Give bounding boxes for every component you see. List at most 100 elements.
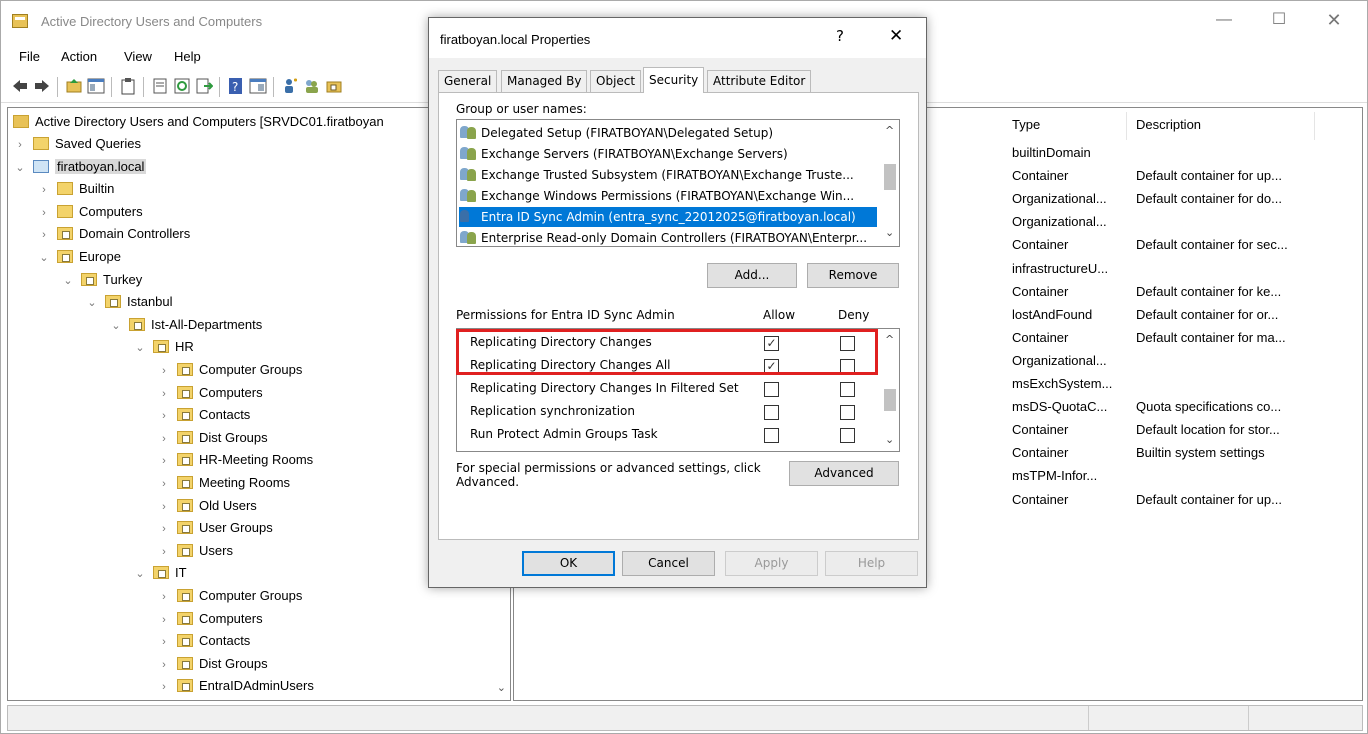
maximize-button[interactable]: ☐ bbox=[1256, 5, 1302, 35]
scroll-thumb[interactable] bbox=[884, 164, 896, 190]
column-header-type[interactable]: Type bbox=[1012, 117, 1040, 132]
expand-chevron-icon[interactable]: › bbox=[157, 631, 171, 653]
forward-arrow-icon[interactable] bbox=[33, 77, 51, 95]
list-cell-type[interactable]: lostAndFound bbox=[1012, 307, 1092, 322]
new-ou-icon[interactable] bbox=[325, 77, 343, 95]
permissions-scrollbar[interactable]: ^ ⌄ bbox=[881, 329, 899, 451]
ok-button[interactable]: OK bbox=[522, 551, 615, 576]
tree-item[interactable]: › Meeting Rooms bbox=[157, 472, 290, 494]
list-cell-description[interactable]: Default container for ke... bbox=[1136, 284, 1281, 299]
user-list-item[interactable]: Delegated Setup (FIRATBOYAN\Delegated Se… bbox=[460, 123, 773, 143]
list-cell-description[interactable]: Default container for sec... bbox=[1136, 237, 1288, 252]
expand-chevron-icon[interactable]: › bbox=[157, 428, 171, 450]
list-cell-description[interactable]: Default container for do... bbox=[1136, 191, 1282, 206]
deny-checkbox[interactable] bbox=[840, 428, 855, 443]
tree-item[interactable]: › Domain Controllers bbox=[37, 223, 190, 245]
tree-item[interactable]: ⌄ Istanbul bbox=[85, 291, 172, 314]
expand-chevron-icon[interactable]: › bbox=[157, 450, 171, 472]
tree-item[interactable]: › Computers bbox=[157, 382, 262, 404]
help-button[interactable]: Help bbox=[825, 551, 918, 576]
permissions-list[interactable]: Replicating Directory Changes ✓ Replicatin… bbox=[456, 328, 900, 452]
dialog-help-button[interactable]: ? bbox=[836, 27, 844, 45]
tree-item[interactable]: › EntraIDAdminUsers bbox=[157, 675, 314, 697]
list-cell-description[interactable]: Default location for stor... bbox=[1136, 422, 1280, 437]
list-cell-type[interactable]: infrastructureU... bbox=[1012, 261, 1108, 276]
tree-item[interactable]: › Dist Groups bbox=[157, 427, 267, 450]
user-list-item[interactable]: Entra ID Sync Admin (entra_sync_22012025… bbox=[459, 207, 877, 227]
tree-item[interactable]: › Computers bbox=[37, 201, 142, 224]
cancel-button[interactable]: Cancel bbox=[622, 551, 715, 576]
new-group-icon[interactable] bbox=[303, 77, 321, 95]
advanced-button[interactable]: Advanced bbox=[789, 461, 899, 486]
tab-managed-by[interactable]: Managed By bbox=[501, 70, 588, 92]
expand-chevron-icon[interactable]: › bbox=[157, 473, 171, 495]
expand-chevron-icon[interactable]: › bbox=[37, 179, 51, 201]
allow-checkbox[interactable] bbox=[764, 428, 779, 443]
list-cell-description[interactable]: Default container for or... bbox=[1136, 307, 1278, 322]
menu-file[interactable]: File bbox=[19, 49, 40, 64]
menu-help[interactable]: Help bbox=[174, 49, 201, 64]
expand-chevron-icon[interactable]: › bbox=[157, 541, 171, 563]
scroll-down-arrow-icon[interactable]: ⌄ bbox=[885, 433, 894, 446]
scroll-up-arrow-icon[interactable]: ^ bbox=[885, 333, 894, 346]
add-button[interactable]: Add... bbox=[707, 263, 797, 288]
list-cell-type[interactable]: Container bbox=[1012, 330, 1068, 345]
back-arrow-icon[interactable] bbox=[11, 77, 29, 95]
collapse-chevron-icon[interactable]: ⌄ bbox=[109, 315, 123, 337]
up-folder-icon[interactable] bbox=[65, 77, 83, 95]
list-cell-description[interactable]: Default container for up... bbox=[1136, 168, 1282, 183]
tree-item[interactable]: › Contacts bbox=[157, 630, 250, 652]
tree-item[interactable]: ⌄ Turkey bbox=[61, 269, 142, 291]
tree-item[interactable]: › User Groups bbox=[157, 517, 273, 539]
tree-item[interactable]: ⌄ Europe bbox=[37, 246, 121, 268]
scroll-down-arrow-icon[interactable]: ⌄ bbox=[885, 226, 894, 239]
deny-checkbox[interactable] bbox=[840, 336, 855, 351]
list-cell-type[interactable]: Container bbox=[1012, 168, 1068, 183]
tree-item[interactable]: › Computer Groups bbox=[157, 585, 302, 607]
list-cell-description[interactable]: Quota specifications co... bbox=[1136, 399, 1281, 414]
apply-button[interactable]: Apply bbox=[725, 551, 818, 576]
user-list-item[interactable]: Exchange Trusted Subsystem (FIRATBOYAN\E… bbox=[460, 165, 854, 185]
list-cell-description[interactable]: Default container for ma... bbox=[1136, 330, 1286, 345]
tree-item[interactable]: ⌄ firatboyan.local bbox=[13, 156, 147, 179]
user-list-item[interactable]: Exchange Windows Permissions (FIRATBOYAN… bbox=[460, 186, 854, 206]
list-cell-type[interactable]: Container bbox=[1012, 422, 1068, 437]
list-cell-type[interactable]: Container bbox=[1012, 445, 1068, 460]
list-cell-type[interactable]: msDS-QuotaC... bbox=[1012, 399, 1107, 414]
expand-chevron-icon[interactable]: › bbox=[157, 586, 171, 608]
tree-item[interactable]: › Users bbox=[157, 540, 233, 562]
list-cell-type[interactable]: Container bbox=[1012, 492, 1068, 507]
tree-item[interactable]: › Computer Groups bbox=[157, 359, 302, 381]
list-cell-description[interactable]: Builtin system settings bbox=[1136, 445, 1265, 460]
tree-item[interactable]: › Builtin bbox=[37, 178, 114, 200]
tree-item[interactable]: ⌄ IT bbox=[133, 562, 186, 584]
tree-item[interactable]: ⌄ HR bbox=[133, 336, 193, 358]
allow-checkbox[interactable]: ✓ bbox=[764, 359, 779, 374]
export-list-icon[interactable] bbox=[195, 77, 213, 95]
list-cell-type[interactable]: Container bbox=[1012, 237, 1068, 252]
dialog-close-button[interactable]: ✕ bbox=[889, 26, 903, 46]
collapse-chevron-icon[interactable]: ⌄ bbox=[85, 292, 99, 314]
deny-checkbox[interactable] bbox=[840, 405, 855, 420]
expand-chevron-icon[interactable]: › bbox=[13, 134, 27, 156]
user-list-item[interactable]: Exchange Servers (FIRATBOYAN\Exchange Se… bbox=[460, 144, 788, 164]
expand-chevron-icon[interactable]: › bbox=[37, 202, 51, 224]
show-hide-tree-icon[interactable] bbox=[87, 77, 105, 95]
menu-action[interactable]: Action bbox=[61, 49, 97, 64]
close-button[interactable]: ✕ bbox=[1311, 5, 1357, 35]
collapse-chevron-icon[interactable]: ⌄ bbox=[13, 157, 27, 179]
tab-object[interactable]: Object bbox=[590, 70, 642, 92]
tree-root[interactable]: Active Directory Users and Computers [SR… bbox=[13, 111, 384, 133]
tree-item[interactable]: › HR-Meeting Rooms bbox=[157, 449, 313, 471]
list-cell-type[interactable]: Container bbox=[1012, 284, 1068, 299]
expand-chevron-icon[interactable]: › bbox=[157, 654, 171, 676]
scroll-thumb[interactable] bbox=[884, 389, 896, 411]
expand-chevron-icon[interactable]: › bbox=[157, 496, 171, 518]
expand-chevron-icon[interactable]: › bbox=[157, 676, 171, 698]
allow-checkbox[interactable]: ✓ bbox=[764, 336, 779, 351]
user-list-item[interactable]: Enterprise Read-only Domain Controllers … bbox=[460, 228, 867, 246]
expand-chevron-icon[interactable]: › bbox=[157, 405, 171, 427]
menu-view[interactable]: View bbox=[124, 49, 152, 64]
list-cell-type[interactable]: msTPM-Infor... bbox=[1012, 468, 1097, 483]
deny-checkbox[interactable] bbox=[840, 382, 855, 397]
